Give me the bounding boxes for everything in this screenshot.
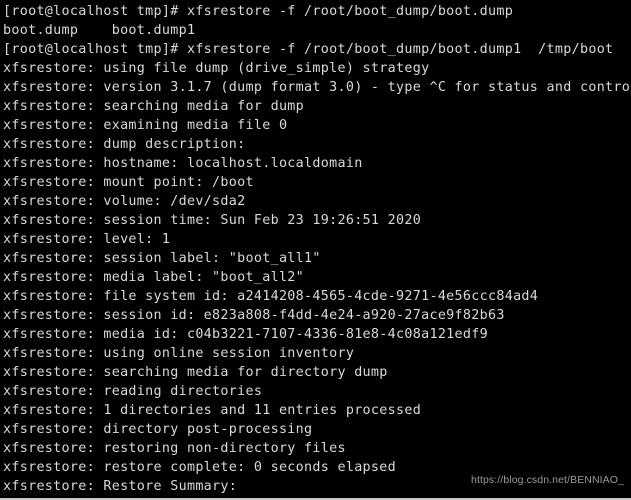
terminal-line: xfsrestore: version 3.1.7 (dump format 3… [3, 80, 631, 95]
terminal-line: xfsrestore: file system id: a2414208-456… [3, 289, 539, 304]
terminal-line: xfsrestore: level: 1 [3, 232, 171, 247]
terminal-line: xfsrestore: hostname: localhost.localdom… [3, 156, 363, 171]
terminal-output[interactable]: [root@localhost tmp]# xfsrestore -f /roo… [0, 0, 631, 498]
terminal-line: boot.dump boot.dump1 [3, 23, 196, 38]
terminal-line: xfsrestore: searching media for director… [3, 365, 388, 380]
terminal-line: xfsrestore: volume: /dev/sda2 [3, 194, 246, 209]
terminal-line: xfsrestore: media id: c04b3221-7107-4336… [3, 327, 488, 342]
watermark-text: https://blog.csdn.net/BENNIAO_ [471, 474, 624, 486]
terminal-line: [root@localhost tmp]# xfsrestore -f /roo… [3, 4, 514, 19]
terminal-line: xfsrestore: using online session invento… [3, 346, 355, 361]
terminal-line: xfsrestore: session label: "boot_all1" [3, 251, 321, 266]
terminal-line: xfsrestore: restoring non-directory file… [3, 441, 346, 456]
terminal-line: xfsrestore: directory post-processing [3, 422, 313, 437]
terminal-line: xfsrestore: using file dump (drive_simpl… [3, 61, 430, 76]
terminal-line: xfsrestore: reading directories [3, 384, 263, 399]
terminal-line: xfsrestore: session id: e823a808-f4dd-4e… [3, 308, 505, 323]
terminal-line: xfsrestore: media label: "boot_all2" [3, 270, 305, 285]
terminal-line: xfsrestore: mount point: /boot [3, 175, 254, 190]
terminal-line: xfsrestore: 1 directories and 11 entries… [3, 403, 422, 418]
terminal-line: xfsrestore: session time: Sun Feb 23 19:… [3, 213, 422, 228]
terminal-line: xfsrestore: dump description: [3, 137, 246, 152]
terminal-window[interactable]: [root@localhost tmp]# xfsrestore -f /roo… [0, 0, 631, 500]
terminal-line: xfsrestore: searching media for dump [3, 99, 305, 114]
terminal-line: [root@localhost tmp]# xfsrestore -f /roo… [3, 42, 614, 57]
terminal-line: xfsrestore: examining media file 0 [3, 118, 288, 133]
terminal-line: xfsrestore: stream 0 /root/boot_dump/boo… [3, 496, 631, 498]
